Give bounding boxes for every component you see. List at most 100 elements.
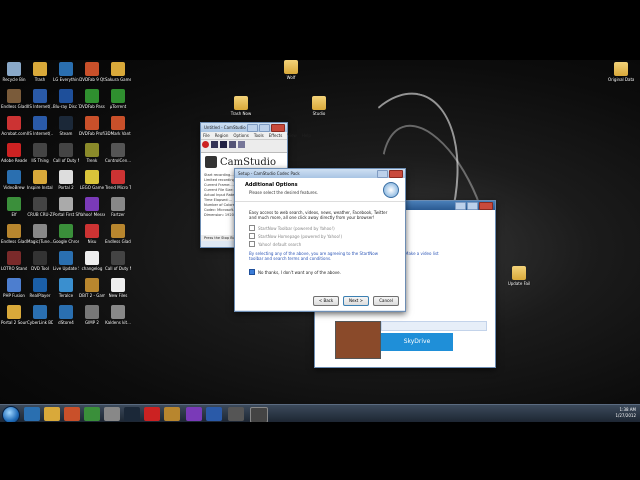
camstudio-titlebar[interactable]: Untitled - CamStudio	[201, 123, 287, 132]
app-taskbar-icon[interactable]	[186, 407, 202, 421]
desktop-icon[interactable]: Endless Gladiators	[1, 224, 27, 244]
terms-link[interactable]: By selecting any of the above, you are a…	[249, 251, 393, 261]
menu-item[interactable]: View	[287, 132, 297, 139]
close-button[interactable]	[271, 124, 285, 132]
setup-dialog[interactable]: Setup - CamStudio Codec Pack Additional …	[234, 168, 406, 312]
checkbox-checked[interactable]	[249, 269, 255, 275]
desktop-icon[interactable]: 3DMark Vantage	[105, 116, 131, 136]
desktop-icon[interactable]: Portal First Slice	[53, 197, 79, 217]
checkbox[interactable]	[249, 233, 255, 239]
desktop-icon[interactable]: IIS Internet(...)	[27, 89, 53, 109]
region-icon[interactable]	[229, 141, 236, 148]
minimize-button[interactable]	[455, 202, 466, 210]
next-button[interactable]: Next >	[343, 296, 369, 306]
desktop-icon[interactable]: Endless Gladiators	[105, 224, 131, 244]
desktop-icon[interactable]: Acrobat.com	[1, 116, 27, 136]
minimize-button[interactable]	[377, 170, 388, 178]
desktop-icon[interactable]: Elf	[1, 197, 27, 217]
desktop-icon[interactable]: Wolf	[278, 60, 304, 80]
menu-item[interactable]: Effects	[269, 132, 283, 139]
back-button[interactable]: < Back	[313, 296, 339, 306]
minimize-button[interactable]	[247, 124, 258, 132]
desktop-icon[interactable]: µTorrent	[105, 89, 131, 109]
system-tray[interactable]: 1:38 AM 1/27/2012	[615, 407, 636, 419]
desktop-icon[interactable]: Sakura Gamep... 2011	[105, 62, 131, 82]
desktop-icon[interactable]: Google Chrome	[53, 224, 79, 244]
desktop-icon[interactable]: LEGO Game	[79, 170, 105, 190]
desktop-icon[interactable]: LOTRO Standard R...	[1, 251, 27, 271]
option-toolbar[interactable]: StartNow Toolbar (powered by Yahoo!)	[249, 225, 393, 231]
media-taskbar-icon[interactable]	[64, 407, 80, 421]
option-homepage[interactable]: StartNow Homepage (powered by Yahoo!)	[249, 233, 393, 239]
close-button[interactable]	[479, 202, 493, 210]
camstudio-taskbar-icon[interactable]	[250, 407, 268, 423]
app-taskbar-icon[interactable]	[228, 407, 244, 421]
desktop-icon[interactable]: Update Fail	[506, 266, 532, 286]
ie-taskbar-icon[interactable]	[24, 407, 40, 421]
desktop-icon[interactable]: TeraIce	[53, 278, 79, 298]
desktop-icon[interactable]: VideoBrew	[1, 170, 27, 190]
desktop-icon[interactable]: CyberLink BD_Advisor	[27, 305, 53, 325]
desktop-icon[interactable]: Recycle Bin	[1, 62, 27, 82]
desktop-icon[interactable]: Yahoo! Messenger	[79, 197, 105, 217]
chrome-taskbar-icon[interactable]	[84, 407, 100, 421]
stop-icon[interactable]	[220, 141, 227, 148]
desktop-icon[interactable]: IIS Internet(...)	[27, 116, 53, 136]
desktop-icon[interactable]: New Files	[105, 278, 131, 298]
desktop-icon[interactable]: Studio	[306, 96, 332, 116]
desktop-icon[interactable]: Original Database 1...	[608, 62, 634, 82]
cancel-button[interactable]: Cancel	[373, 296, 399, 306]
desktop-icon[interactable]: Kaldens kit...	[105, 305, 131, 325]
desktop-icon[interactable]: DBIT 2 - Game	[79, 278, 105, 298]
desktop-icon[interactable]: LG Everything Trial	[53, 62, 79, 82]
steam-taskbar-icon[interactable]	[124, 407, 140, 421]
desktop-icon[interactable]: Portal 2	[53, 170, 79, 190]
maximize-button[interactable]	[467, 202, 478, 210]
desktop-icon[interactable]: Portal 2 Soundtrack	[1, 305, 27, 325]
option-decline[interactable]: No thanks, I don't want any of the above…	[249, 269, 393, 275]
annotation-icon[interactable]	[238, 141, 245, 148]
desktop-icon[interactable]: Magic(Tune...	[27, 224, 53, 244]
desktop-icon[interactable]: Trash Now	[228, 96, 254, 116]
desktop-icon[interactable]: GIMP 2	[79, 305, 105, 325]
app-taskbar-icon[interactable]	[104, 407, 120, 421]
menu-item[interactable]: File	[203, 132, 210, 139]
desktop-icon[interactable]: Endless Gladiators	[1, 89, 27, 109]
menu-item[interactable]: Options	[233, 132, 248, 139]
explorer-taskbar-icon[interactable]	[44, 407, 60, 421]
pause-icon[interactable]	[211, 141, 218, 148]
desktop-icon[interactable]: Nisu	[79, 224, 105, 244]
desktop-icon[interactable]: IIS Thing	[27, 143, 53, 163]
close-button[interactable]	[389, 170, 403, 178]
menu-item[interactable]: Region	[215, 132, 229, 139]
app-taskbar-icon[interactable]	[144, 407, 160, 421]
desktop-icon[interactable]: Trend Micro Titanium I...	[105, 170, 131, 190]
desktop-icon[interactable]: Trash	[27, 62, 53, 82]
desktop-icon[interactable]: changelog	[79, 251, 105, 271]
desktop-icon[interactable]: Steam	[53, 116, 79, 136]
desktop-icon[interactable]: Trenk	[79, 143, 105, 163]
checkbox[interactable]	[249, 241, 255, 247]
desktop-icon[interactable]: DVDFab Profile Editor	[79, 116, 105, 136]
desktop-icon[interactable]: ControlCen...	[105, 143, 131, 163]
skydrive-banner[interactable]: SkyDrive	[381, 333, 453, 351]
game-thumbnail[interactable]	[335, 321, 381, 359]
desktop-icon[interactable]: dStore4	[53, 305, 79, 325]
desktop-icon[interactable]: Blu-ray Disc Tools	[53, 89, 79, 109]
desktop-icon[interactable]: DVDFab Passkey 8	[79, 89, 105, 109]
desktop-icon[interactable]: CRUB CRU-Z	[27, 197, 53, 217]
dialog-titlebar[interactable]: Setup - CamStudio Codec Pack	[235, 169, 405, 178]
desktop-icon[interactable]: Adobe Reader 9	[1, 143, 27, 163]
browser-note-link[interactable]: Make a video list	[405, 251, 439, 256]
desktop-icon[interactable]: Call of Duty Modern ...	[53, 143, 79, 163]
desktop-icon[interactable]: Fartzer	[105, 197, 131, 217]
desktop-icon[interactable]: DVDFab 9 Qt	[79, 62, 105, 82]
checkbox[interactable]	[249, 225, 255, 231]
desktop-icon[interactable]: Live Update 5	[53, 251, 79, 271]
desktop-icon[interactable]: DVD Tool	[27, 251, 53, 271]
maximize-button[interactable]	[259, 124, 270, 132]
menu-item[interactable]: Tools	[254, 132, 264, 139]
desktop-icon[interactable]: Call of Duty Modern ...	[105, 251, 131, 271]
app-taskbar-icon[interactable]	[206, 407, 222, 421]
desktop-icon[interactable]: PHP Fusion	[1, 278, 27, 298]
